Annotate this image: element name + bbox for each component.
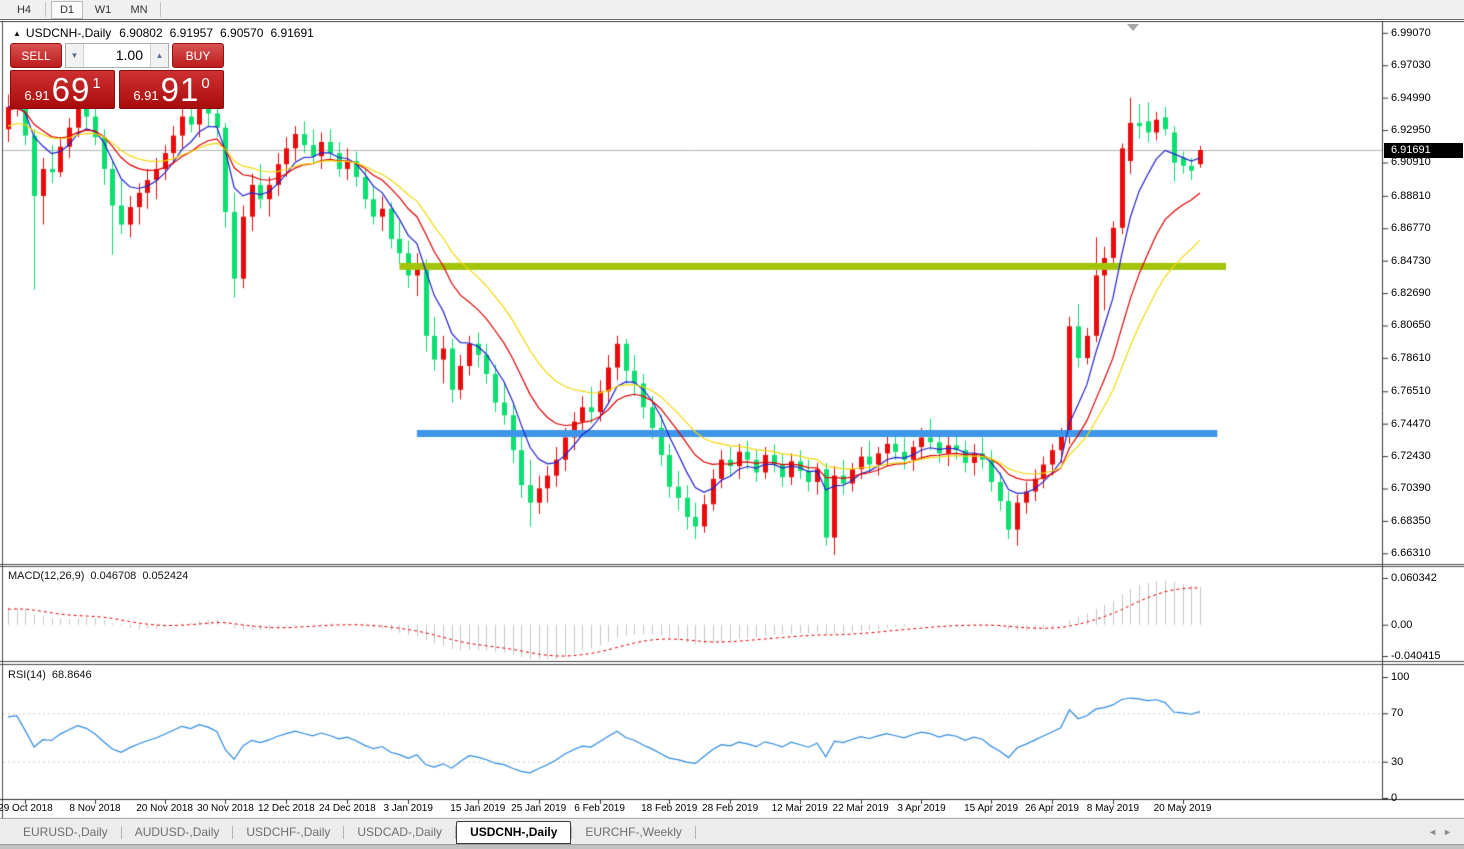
ohlc-low: 6.90570 [220,26,264,40]
timeframe-button-D1[interactable]: D1 [51,0,83,19]
date-axis-label: 8 May 2019 [1086,803,1140,814]
price-axis-label: 6.68350 [1391,514,1431,527]
timeframe-button-H4[interactable]: H4 [8,1,40,19]
date-axis-label: 12 Dec 2018 [258,803,315,814]
timeframe-button-MN[interactable]: MN [123,1,155,19]
sell-price-prefix: 6.91 [24,88,50,103]
tab-audusddaily[interactable]: AUDUSD-,Daily [122,820,233,844]
price-axis-label: 6.97030 [1391,59,1431,72]
macd-axis-label: 0.00 [1391,618,1413,631]
date-axis-label: 8 Nov 2018 [69,803,121,814]
date-axis-label: 30 Nov 2018 [197,803,254,814]
price-axis-label: 6.70390 [1391,482,1431,495]
toolbar-separator [45,2,46,17]
tab-usdcaddaily[interactable]: USDCAD-,Daily [344,820,455,844]
date-axis-label: 3 Jan 2019 [383,803,433,814]
tab-usdchfdaily[interactable]: USDCHF-,Daily [233,820,343,844]
date-axis-label: 29 Oct 2018 [0,803,53,814]
date-axis-label: 24 Dec 2018 [318,803,376,814]
price-axis-label: 6.66310 [1391,547,1431,560]
price-chart-canvas[interactable] [0,21,1464,820]
volume-decrease-button[interactable]: ▼ [66,44,84,67]
tab-scroll-right-icon[interactable]: ► [1443,827,1458,837]
price-axis-label: 6.94990 [1391,91,1431,104]
date-axis-label: 18 Feb 2019 [641,803,698,814]
price-axis-label: 6.80650 [1391,319,1431,332]
toolbar-separator [160,2,161,17]
tab-scroll-arrows: ◄► [1428,820,1458,844]
timeframe-button-W1[interactable]: W1 [87,1,119,19]
tab-eurusddaily[interactable]: EURUSD-,Daily [10,820,121,844]
tab-separator [694,825,696,839]
macd-axis-label: 0.060342 [1391,571,1437,584]
one-click-trading-panel: SELL ▼ 1.00 ▲ BUY 6.91 69 1 6.91 91 0 [10,43,224,109]
rsi-value: 68.8646 [51,669,92,681]
price-axis-label: 6.78610 [1391,351,1431,364]
rsi-axis-label: 70 [1391,707,1404,720]
sell-button[interactable]: SELL [10,43,62,68]
macd-main-value: 0.046708 [90,570,137,582]
chart-tab-bar: ◄► EURUSD-,Daily AUDUSD-,Daily USDCHF-,Dai… [0,820,1464,844]
date-axis-label: 3 Apr 2019 [897,803,946,814]
buy-price-pip: 0 [201,75,210,92]
price-axis-label: 6.72430 [1391,450,1431,463]
price-axis-label: 6.99070 [1391,26,1431,39]
price-axis-label: 6.74470 [1391,417,1431,430]
sell-price-pip: 1 [92,75,101,92]
macd-axis-label: -0.040415 [1391,650,1441,662]
tab-usdcnhdaily[interactable]: USDCNH-,Daily [456,820,572,844]
current-price-tag: 6.91691 [1384,143,1463,158]
rsi-axis-label: 100 [1391,671,1410,683]
sell-price-big: 69 [51,71,91,108]
ohlc-high: 6.91957 [169,26,214,40]
price-axis-label: 6.88810 [1391,189,1431,202]
price-axis-label: 6.82690 [1391,287,1431,300]
ohlc-close: 6.91691 [270,26,314,40]
buy-quote-box[interactable]: 6.91 91 0 [119,70,224,109]
date-axis-label: 25 Jan 2019 [511,803,567,814]
tab-scroll-left-icon[interactable]: ◄ [1428,827,1443,837]
tab-eurchfweekly[interactable]: EURCHF-,Weekly [572,820,694,844]
date-axis-label: 28 Feb 2019 [702,803,759,814]
volume-increase-button[interactable]: ▲ [150,44,168,67]
chart-symbol-label: USDCNH-,Daily [25,26,112,40]
buy-price-prefix: 6.91 [133,88,159,103]
macd-signal-value: 0.052424 [142,570,189,582]
price-axis-label: 6.76510 [1391,385,1431,398]
buy-price-big: 91 [160,71,200,108]
volume-input[interactable]: 1.00 [84,44,150,67]
buy-button[interactable]: BUY [172,43,224,68]
date-axis-label: 15 Jan 2019 [450,803,506,814]
date-axis-label: 20 May 2019 [1153,803,1212,814]
rsi-name: RSI(14) [8,669,46,681]
sell-quote-box[interactable]: 6.91 69 1 [10,70,115,109]
status-bar [0,844,1464,849]
price-axis-label: 6.84730 [1391,254,1431,267]
rsi-axis-label: 0 [1391,792,1398,804]
price-axis-label: 6.86770 [1391,222,1431,235]
date-axis-label: 20 Nov 2018 [136,803,193,814]
collapse-panel-icon[interactable]: ▲ [13,29,21,38]
date-axis-label: 6 Feb 2019 [574,803,625,814]
date-axis-label: 22 Mar 2019 [832,803,889,814]
macd-name: MACD(12,26,9) [8,570,85,582]
rsi-axis-label: 30 [1391,755,1404,768]
chart-shift-marker-icon [1127,24,1139,31]
ohlc-open: 6.90802 [119,26,163,40]
rsi-label: RSI(14) 68.8646 [8,669,98,681]
timeframe-toolbar: H4 D1 W1 MN [0,0,1464,20]
chart-title: ▲ USDCNH-,Daily 6.90802 6.91957 6.90570 6.916… [13,26,321,40]
price-axis-label: 6.92950 [1391,124,1431,137]
date-axis-label: 15 Apr 2019 [964,803,1019,814]
date-axis-label: 12 Mar 2019 [771,803,828,814]
volume-stepper: ▼ 1.00 ▲ [65,43,169,68]
price-axis-label: 6.90910 [1391,156,1431,169]
macd-label: MACD(12,26,9) 0.046708 0.052424 [8,570,194,582]
date-axis-label: 26 Apr 2019 [1025,803,1079,814]
